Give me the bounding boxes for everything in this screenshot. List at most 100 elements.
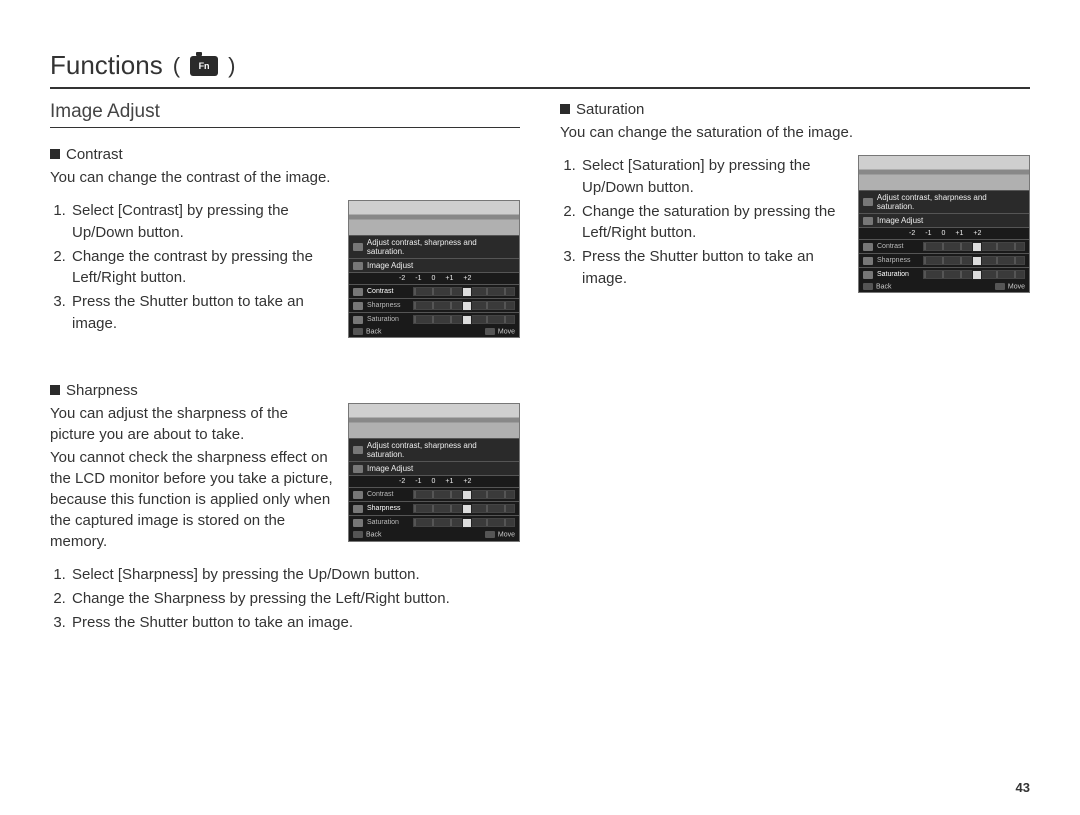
slider-bar: [923, 242, 1025, 251]
page-number: 43: [1016, 780, 1030, 795]
left-column: Image Adjust Contrast You can change the…: [50, 101, 520, 678]
list-item: Change the Sharpness by pressing the Lef…: [70, 588, 520, 610]
paren-close: ): [228, 53, 235, 79]
lcd-back: Back: [353, 328, 382, 335]
lcd-hint-row: Adjust contrast, sharpness and saturatio…: [349, 235, 519, 258]
row-icon: [863, 243, 873, 251]
lcd-sub-row: Image Adjust: [349, 461, 519, 475]
triangle-icon: [863, 217, 873, 225]
dpad-icon: [485, 328, 495, 335]
scale-tick: -2: [399, 478, 405, 485]
slider-marker: [972, 242, 982, 252]
scale-tick: 0: [941, 230, 945, 237]
row-icon: [353, 491, 363, 499]
scale-tick: -1: [925, 230, 931, 237]
slider-label: Sharpness: [367, 302, 409, 309]
list-item: Change the saturation by pressing the Le…: [580, 201, 844, 245]
saturation-heading: Saturation: [560, 101, 1030, 118]
slider-marker: [462, 301, 472, 311]
slider-bar: [413, 287, 515, 296]
contrast-steps: Select [Contrast] by pressing the Up/Dow…: [50, 200, 334, 337]
slider-label: Sharpness: [877, 257, 919, 264]
lcd-photo: [859, 156, 1029, 190]
dpad-icon: [485, 531, 495, 538]
lcd-slider-row: Saturation: [349, 312, 519, 326]
lcd-hint-row: Adjust contrast, sharpness and saturatio…: [349, 438, 519, 461]
lcd-slider-row: Sharpness: [349, 298, 519, 312]
slider-label: Contrast: [367, 491, 409, 498]
lcd-back: Back: [863, 283, 892, 290]
lcd-footer: BackMove: [859, 281, 1029, 292]
triangle-icon: [353, 262, 363, 270]
lcd-preview-saturation: Adjust contrast, sharpness and saturatio…: [858, 155, 1030, 293]
slider-bar: [923, 256, 1025, 265]
slider-marker: [462, 287, 472, 297]
lcd-back: Back: [353, 531, 382, 538]
sharpness-desc-2: You cannot check the sharpness effect on…: [50, 447, 334, 552]
page-title: Functions ( Fn ): [50, 50, 1030, 89]
scale-tick: -1: [415, 275, 421, 282]
slider-bar: [413, 301, 515, 310]
scale-tick: +2: [463, 275, 471, 282]
slider-bar: [413, 518, 515, 527]
bullet-square-icon: [560, 104, 570, 114]
slider-bar: [413, 315, 515, 324]
lcd-slider-row: Saturation: [859, 267, 1029, 281]
scale-tick: -2: [399, 275, 405, 282]
slider-marker: [972, 270, 982, 280]
slider-label: Contrast: [367, 288, 409, 295]
lcd-hint-text: Adjust contrast, sharpness and saturatio…: [367, 238, 515, 256]
lcd-scale-row: -2-10+1+2: [859, 227, 1029, 239]
slider-marker: [462, 504, 472, 514]
scale-tick: +1: [445, 275, 453, 282]
slider-marker: [462, 518, 472, 528]
lcd-slider-row: Contrast: [349, 487, 519, 501]
slider-label: Contrast: [877, 243, 919, 250]
right-column: Saturation You can change the saturation…: [560, 101, 1030, 678]
scale-tick: 0: [431, 275, 435, 282]
lcd-sub-row: Image Adjust: [349, 258, 519, 272]
lcd-scale-row: -2 -1 0 +1 +2: [349, 272, 519, 284]
contrast-desc: You can change the contrast of the image…: [50, 167, 520, 188]
lcd-slider-row: Sharpness: [859, 253, 1029, 267]
lcd-sub-text: Image Adjust: [367, 464, 413, 473]
row-icon: [863, 271, 873, 279]
scale-tick: +2: [463, 478, 471, 485]
lcd-slider-row: Sharpness: [349, 501, 519, 515]
row-icon: [353, 505, 363, 513]
slider-marker: [462, 315, 472, 325]
lcd-hint-text: Adjust contrast, sharpness and saturatio…: [877, 193, 1025, 211]
lcd-move: Move: [485, 531, 515, 538]
saturation-block: Saturation You can change the saturation…: [560, 101, 1030, 293]
section-title: Image Adjust: [50, 101, 520, 128]
list-item: Press the Shutter button to take an imag…: [580, 246, 844, 290]
lcd-move: Move: [485, 328, 515, 335]
bullet-square-icon: [50, 149, 60, 159]
camera-fn-icon: Fn: [190, 56, 218, 76]
menu-icon: [863, 283, 873, 290]
lcd-sub-text: Image Adjust: [367, 261, 413, 270]
slider-label: Saturation: [877, 271, 919, 278]
lcd-slider-row: Saturation: [349, 515, 519, 529]
lcd-photo: [349, 201, 519, 235]
slider-bar: [923, 270, 1025, 279]
slider-label: Sharpness: [367, 505, 409, 512]
saturation-steps: Select [Saturation] by pressing the Up/D…: [560, 155, 844, 292]
sharpness-desc-1: You can adjust the sharpness of the pict…: [50, 403, 334, 445]
list-item: Select [Saturation] by pressing the Up/D…: [580, 155, 844, 199]
sharpness-heading: Sharpness: [50, 382, 520, 399]
lcd-preview-sharpness: Adjust contrast, sharpness and saturatio…: [348, 403, 520, 541]
slider-bar: [413, 490, 515, 499]
saturation-desc: You can change the saturation of the ima…: [560, 122, 1030, 143]
lcd-hint-text: Adjust contrast, sharpness and saturatio…: [367, 441, 515, 459]
info-icon: [863, 198, 873, 206]
scale-tick: +2: [973, 230, 981, 237]
list-item: Press the Shutter button to take an imag…: [70, 612, 520, 634]
list-item: Press the Shutter button to take an imag…: [70, 291, 334, 335]
list-item: Select [Contrast] by pressing the Up/Dow…: [70, 200, 334, 244]
row-icon: [353, 302, 363, 310]
lcd-photo: [349, 404, 519, 438]
slider-marker: [462, 490, 472, 500]
bullet-square-icon: [50, 385, 60, 395]
row-icon: [863, 257, 873, 265]
